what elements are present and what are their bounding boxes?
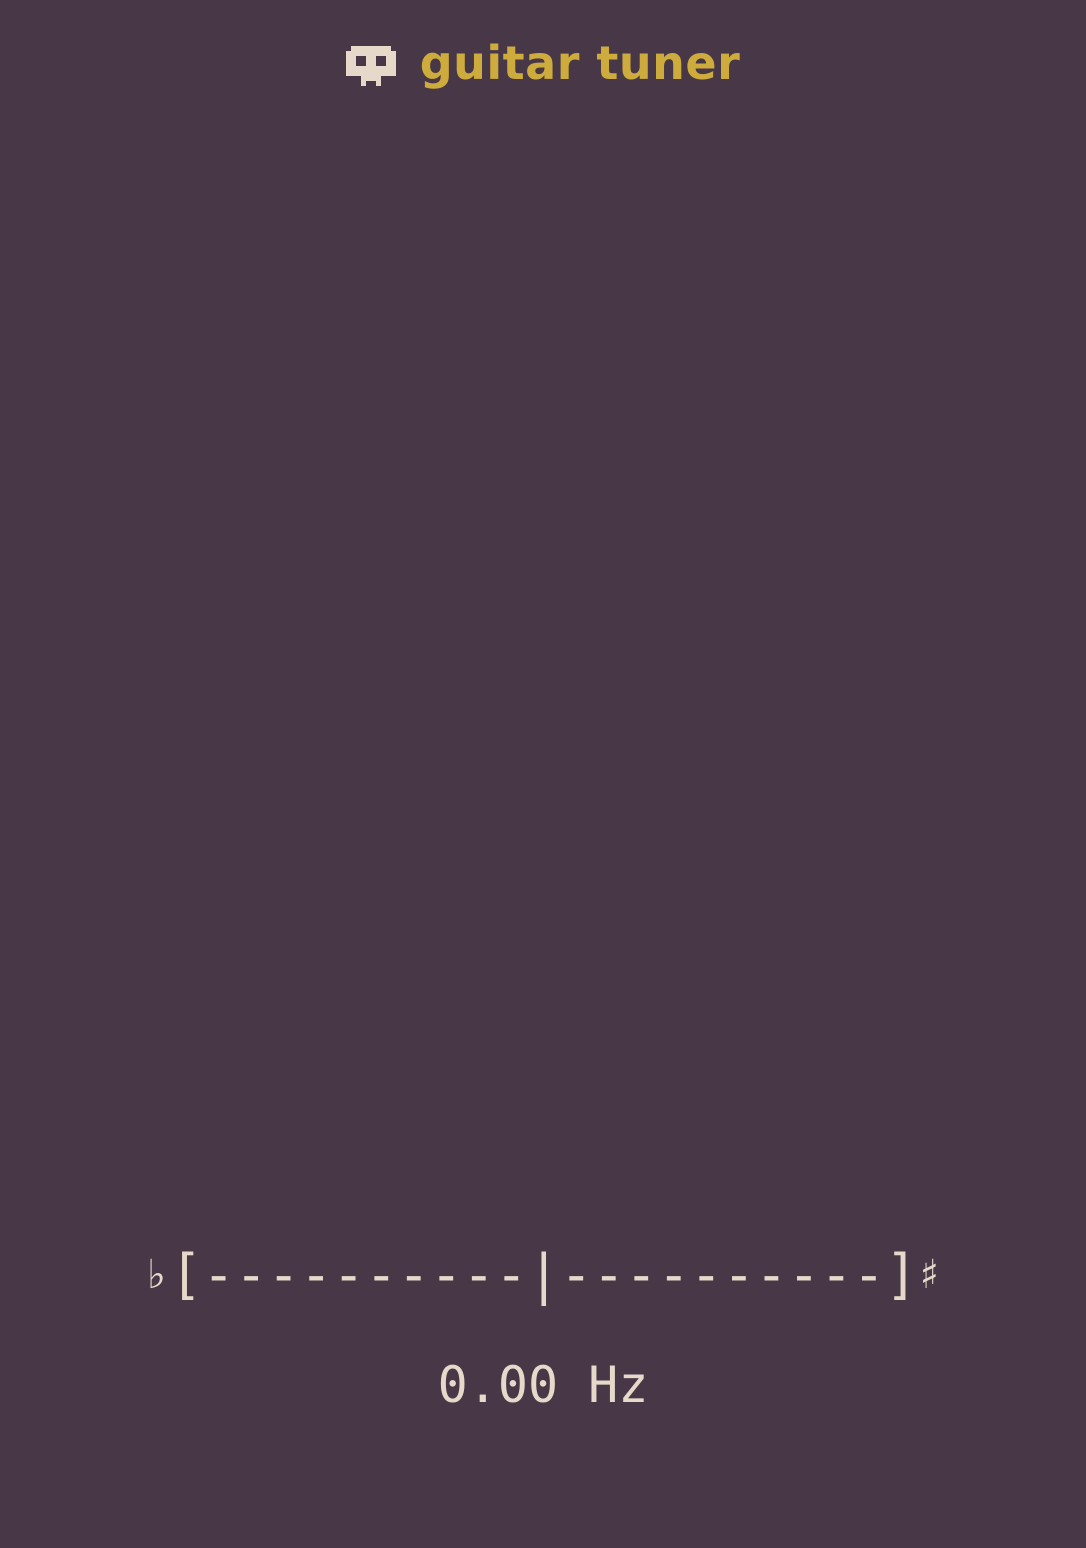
skull-icon xyxy=(345,46,396,86)
meter-left-scale: ---------- xyxy=(202,1243,528,1306)
tuning-needle: | xyxy=(527,1243,561,1306)
flat-indicator: ♭ xyxy=(147,1252,166,1298)
app-title: guitar tuner xyxy=(419,36,741,90)
tuner-page: guitar tuner ♭[---------- | ----------] ♯ 0… xyxy=(0,0,1086,1548)
meter-left-bracket: [ xyxy=(169,1243,203,1306)
tuning-meter: ♭[---------- | ----------] ♯ xyxy=(0,1240,1086,1310)
sharp-indicator: ♯ xyxy=(919,1252,939,1298)
frequency-readout: 0.00 Hz xyxy=(437,1356,649,1414)
meter-right-bracket: ] xyxy=(885,1243,918,1306)
header: guitar tuner xyxy=(0,36,1086,96)
meter-right-scale: ---------- xyxy=(560,1243,886,1306)
